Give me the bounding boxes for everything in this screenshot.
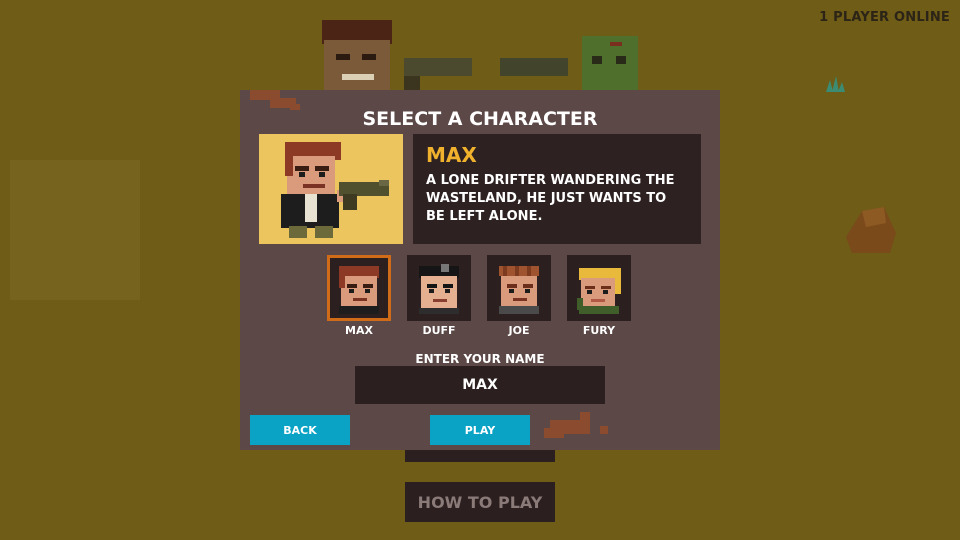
max-face-icon — [339, 266, 379, 314]
play-button[interactable]: PLAY — [430, 415, 530, 445]
sand-patch — [10, 160, 140, 300]
joe-face-icon — [499, 266, 539, 314]
players-online-status: 1 PLAYER ONLINE — [819, 10, 950, 25]
character-label: DUFF — [422, 324, 456, 337]
dialog-title: SELECT A CHARACTER — [362, 108, 598, 130]
back-button[interactable]: BACK — [250, 415, 350, 445]
character-info-panel: MAX A LONE DRIFTER WANDERING THE WASTELA… — [413, 134, 701, 244]
dirt-decoration — [544, 412, 608, 438]
character-label: FURY — [582, 324, 616, 337]
name-field-label: ENTER YOUR NAME — [415, 352, 545, 366]
character-option-fury[interactable] — [567, 255, 631, 321]
grass-tuft — [826, 76, 845, 92]
character-option-joe[interactable] — [487, 255, 551, 321]
player-name-input[interactable] — [355, 366, 605, 404]
fury-face-icon — [577, 268, 621, 314]
background-zombie-character — [500, 36, 638, 90]
how-to-play-button: HOW TO PLAY — [405, 482, 555, 522]
character-label: MAX — [345, 324, 373, 337]
background-max-character — [322, 20, 472, 90]
character-option-duff[interactable] — [407, 255, 471, 321]
rock — [846, 207, 896, 253]
character-name: MAX — [426, 143, 477, 167]
character-select-dialog: SELECT A CHARACTER MAX A LONE DRIFTER WA… — [240, 90, 720, 450]
duff-face-icon — [419, 264, 459, 314]
character-label: JOE — [508, 324, 530, 337]
selected-character-portrait — [259, 134, 403, 244]
character-option-max[interactable] — [327, 255, 391, 321]
character-description: A LONE DRIFTER WANDERING THE WASTELAND, … — [426, 173, 675, 224]
